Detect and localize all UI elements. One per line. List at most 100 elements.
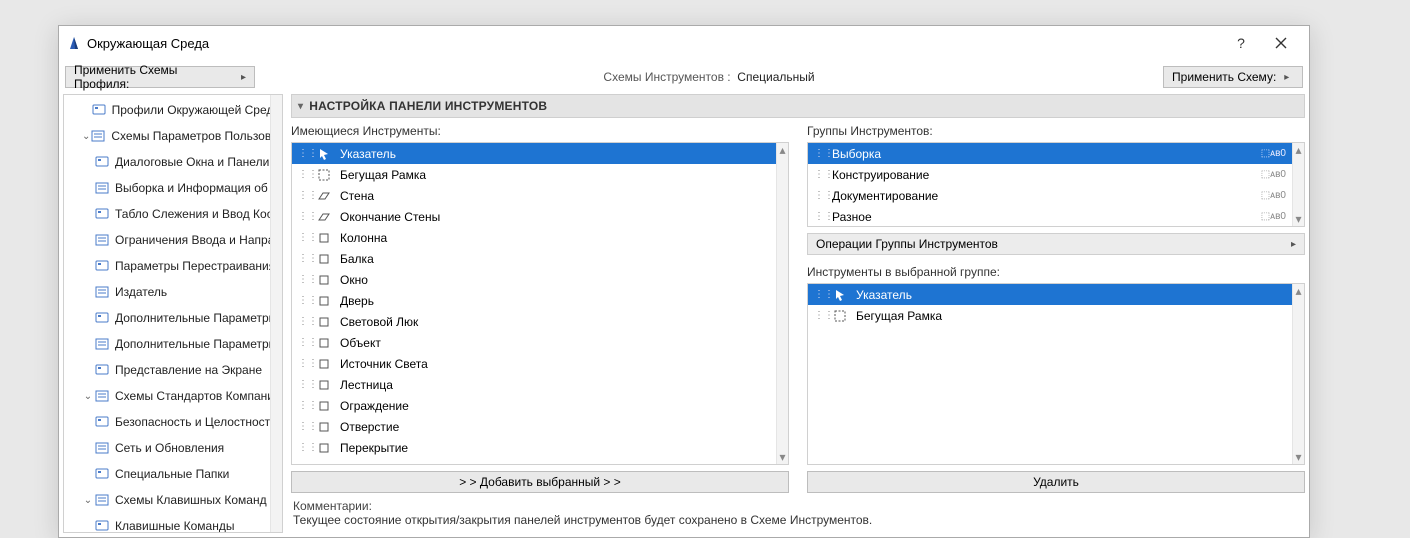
groups-scrollbar[interactable]: ▴▾ — [1292, 143, 1304, 226]
group-tool-label: Бегущая Рамка — [856, 309, 942, 323]
tool-row[interactable]: ⋮⋮ Отверстие — [292, 416, 788, 437]
tool-row[interactable]: ⋮⋮Объект — [292, 332, 788, 353]
tool-label: Дверь — [340, 294, 374, 308]
sidebar-item-label: Диалоговые Окна и Панели — [115, 155, 269, 169]
help-button[interactable]: ? — [1221, 28, 1261, 58]
sidebar-item-label: Безопасность и Целостность да — [115, 415, 282, 429]
group-row[interactable]: ⋮⋮Выборка⬚ᴀʙ0 — [808, 143, 1304, 164]
sidebar-item[interactable]: Издатель — [64, 279, 282, 305]
sidebar-scrollbar[interactable] — [270, 95, 282, 532]
sidebar-item[interactable]: Специальные Папки — [64, 461, 282, 487]
add-selected-button[interactable]: > > Добавить выбранный > > — [291, 471, 789, 493]
drag-handle-icon[interactable]: ⋮⋮ — [298, 358, 308, 369]
drag-handle-icon[interactable]: ⋮⋮ — [814, 169, 824, 180]
drag-handle-icon[interactable]: ⋮⋮ — [298, 295, 308, 306]
tools-in-group-list[interactable]: ⋮⋮Указатель⋮⋮Бегущая Рамка ▴▾ — [807, 283, 1305, 465]
sidebar-item[interactable]: Профили Окружающей Среды — [64, 97, 282, 123]
drag-handle-icon[interactable]: ⋮⋮ — [298, 253, 308, 264]
tool-row[interactable]: ⋮⋮Световой Люк — [292, 311, 788, 332]
sidebar-item[interactable]: ⌄Схемы Стандартов Компании — [64, 383, 282, 409]
tool-row[interactable]: ⋮⋮Балка — [292, 248, 788, 269]
tools-scrollbar[interactable]: ▴▾ — [1292, 284, 1304, 464]
sidebar-item-icon — [94, 492, 110, 508]
sidebar-item[interactable]: Параметры Перестраивания Мо — [64, 253, 282, 279]
tool-row[interactable]: ⋮⋮Окончание Стены — [292, 206, 788, 227]
tool-row[interactable]: ⋮⋮Источник Света — [292, 353, 788, 374]
sidebar-item[interactable]: Дополнительные Параметры О — [64, 331, 282, 357]
drag-handle-icon[interactable]: ⋮⋮ — [298, 190, 308, 201]
remove-button[interactable]: Удалить — [807, 471, 1305, 493]
sidebar-item[interactable]: Представление на Экране — [64, 357, 282, 383]
available-tools-scrollbar[interactable]: ▴▾ — [776, 143, 788, 464]
drag-handle-icon[interactable]: ⋮⋮ — [298, 148, 308, 159]
tool-row[interactable]: ⋮⋮Колонна — [292, 227, 788, 248]
available-tools-list[interactable]: ⋮⋮ Указатель ⋮⋮Бегущая Рамка⋮⋮Стена⋮⋮Оконч… — [291, 142, 789, 465]
sidebar-item-label: Дополнительные Параметры — [115, 311, 277, 325]
sidebar-item[interactable]: Безопасность и Целостность да — [64, 409, 282, 435]
group-tool-row[interactable]: ⋮⋮Указатель — [808, 284, 1304, 305]
group-row[interactable]: ⋮⋮Конструирование⬚ᴀʙ0 — [808, 164, 1304, 185]
section-header[interactable]: НАСТРОЙКА ПАНЕЛИ ИНСТРУМЕНТОВ — [291, 94, 1305, 118]
drag-handle-icon[interactable]: ⋮⋮ — [298, 421, 308, 432]
sidebar-item[interactable]: ⌄Схемы Клавишных Команд — [64, 487, 282, 513]
sidebar-item-label: Ограничения Ввода и Направля — [115, 233, 282, 247]
drag-handle-icon[interactable]: ⋮⋮ — [298, 232, 308, 243]
group-tool-row[interactable]: ⋮⋮ Бегущая Рамка — [808, 305, 1304, 326]
tool-row[interactable]: ⋮⋮ Указатель — [292, 143, 788, 164]
tool-label: Отверстие — [340, 420, 399, 434]
group-operations-button[interactable]: Операции Группы Инструментов — [807, 233, 1305, 255]
drag-handle-icon[interactable]: ⋮⋮ — [298, 316, 308, 327]
group-operations-label: Операции Группы Инструментов — [816, 237, 998, 251]
add-selected-label: > > Добавить выбранный > > — [459, 475, 621, 489]
main-panel: НАСТРОЙКА ПАНЕЛИ ИНСТРУМЕНТОВ Имеющиеся … — [287, 94, 1309, 537]
tool-label: Ограждение — [340, 399, 409, 413]
tool-row[interactable]: ⋮⋮Стена — [292, 185, 788, 206]
group-row[interactable]: ⋮⋮Разное⬚ᴀʙ0 — [808, 206, 1304, 227]
crumb-value: Специальный — [737, 70, 814, 84]
sidebar-item-icon — [94, 466, 110, 482]
drag-handle-icon[interactable]: ⋮⋮ — [814, 148, 824, 159]
sidebar-item[interactable]: Сеть и Обновления — [64, 435, 282, 461]
drag-handle-icon[interactable]: ⋮⋮ — [298, 442, 308, 453]
comments-text: Текущее состояние открытия/закрытия пане… — [293, 513, 1303, 527]
sidebar-item[interactable]: Выборка и Информация об Эле — [64, 175, 282, 201]
comments-block: Комментарии: Текущее состояние открытия/… — [291, 493, 1305, 533]
sidebar-item[interactable]: Дополнительные Параметры — [64, 305, 282, 331]
drag-handle-icon[interactable]: ⋮⋮ — [814, 211, 824, 222]
tool-icon — [316, 398, 332, 414]
tool-row[interactable]: ⋮⋮Бегущая Рамка — [292, 164, 788, 185]
sidebar-item[interactable]: Табло Слежения и Ввод Коорди — [64, 201, 282, 227]
breadcrumb: Схемы Инструментов : Специальный — [603, 70, 814, 84]
groups-label: Группы Инструментов: — [807, 124, 1305, 138]
drag-handle-icon[interactable]: ⋮⋮ — [298, 211, 308, 222]
sidebar-item-label: Схемы Стандартов Компании — [115, 389, 281, 403]
sidebar-item[interactable]: Клавишные Команды — [64, 513, 282, 533]
drag-handle-icon[interactable]: ⋮⋮ — [298, 337, 308, 348]
sidebar-item[interactable]: ⌄Схемы Параметров Пользователя — [64, 123, 282, 149]
drag-handle-icon[interactable]: ⋮⋮ — [814, 289, 824, 300]
drag-handle-icon[interactable]: ⋮⋮ — [814, 310, 824, 321]
group-badge: ⬚ᴀʙ0 — [1261, 190, 1286, 201]
tool-row[interactable]: ⋮⋮Лестница — [292, 374, 788, 395]
close-button[interactable] — [1261, 28, 1301, 58]
tool-row[interactable]: ⋮⋮Перекрытие — [292, 437, 788, 458]
drag-handle-icon[interactable]: ⋮⋮ — [298, 274, 308, 285]
sidebar-item-icon — [94, 284, 110, 300]
tool-row[interactable]: ⋮⋮Окно — [292, 269, 788, 290]
sidebar-item[interactable]: Диалоговые Окна и Панели — [64, 149, 282, 175]
panels-row: Имеющиеся Инструменты: ⋮⋮Указатель⋮⋮Бегу… — [291, 118, 1305, 465]
apply-scheme-button[interactable]: Применить Схему: — [1163, 66, 1303, 88]
drag-handle-icon[interactable]: ⋮⋮ — [814, 190, 824, 201]
apply-profile-scheme-button[interactable]: Применить Схемы Профиля: — [65, 66, 255, 88]
drag-handle-icon[interactable]: ⋮⋮ — [298, 169, 308, 180]
tool-row[interactable]: ⋮⋮ Ограждение — [292, 395, 788, 416]
drag-handle-icon[interactable]: ⋮⋮ — [298, 400, 308, 411]
tool-label: Указатель — [340, 147, 396, 161]
groups-list[interactable]: ⋮⋮Выборка⬚ᴀʙ0⋮⋮Конструирование⬚ᴀʙ0⋮⋮Доку… — [807, 142, 1305, 227]
drag-handle-icon[interactable]: ⋮⋮ — [298, 379, 308, 390]
sidebar-item[interactable]: Ограничения Ввода и Направля — [64, 227, 282, 253]
tool-icon — [316, 335, 332, 351]
window-title: Окружающая Среда — [87, 36, 1221, 51]
group-row[interactable]: ⋮⋮Документирование⬚ᴀʙ0 — [808, 185, 1304, 206]
tool-row[interactable]: ⋮⋮ Дверь — [292, 290, 788, 311]
